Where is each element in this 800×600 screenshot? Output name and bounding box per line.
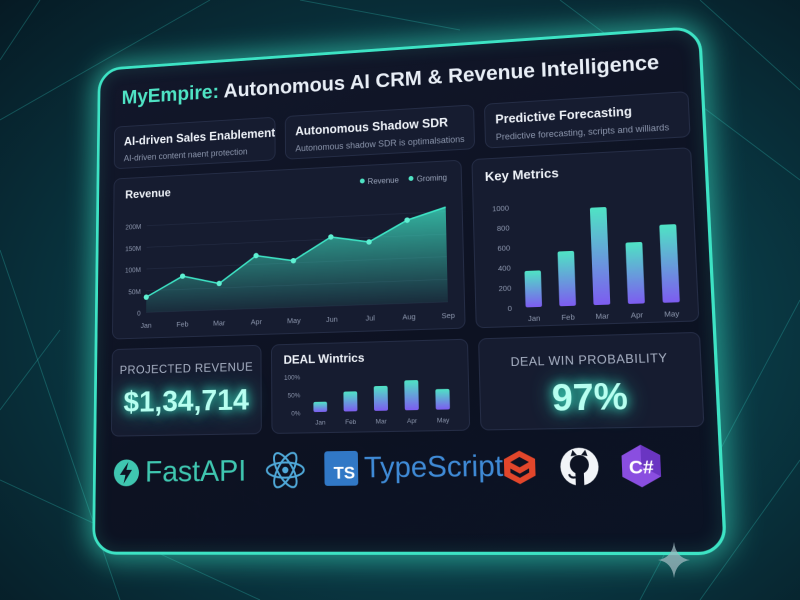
x-tick-label: May	[664, 309, 680, 319]
bar	[625, 241, 645, 304]
bolt-icon	[113, 459, 140, 487]
win-probability-label: DEAL WIN PROBABILITY	[510, 350, 668, 370]
y-tick-label: 200M	[125, 224, 141, 231]
bar	[343, 391, 358, 412]
revenue-area-chart: 0 50M 100M 150M 200M Jan Feb Mar Apr May Jun Jul Aug…	[125, 161, 455, 330]
x-tick-label: Sep	[441, 311, 455, 321]
x-tick-label: May	[437, 417, 450, 424]
swift-logo	[502, 448, 538, 486]
feature-title: AI-driven Sales Enablement	[123, 126, 276, 149]
x-tick-label: Jan	[140, 321, 151, 330]
x-tick-label: Apr	[631, 310, 644, 320]
y-tick-label: 0%	[291, 410, 300, 417]
dashboard-panel: MyEmpire: Autonomous AI CRM & Revenue In…	[92, 25, 728, 556]
feature-card-sales-enablement[interactable]: AI-driven Sales Enablement AI-driven con…	[113, 116, 276, 170]
x-tick-label: Feb	[561, 312, 575, 322]
bar	[557, 250, 577, 307]
typescript-badge: TS	[324, 450, 359, 486]
x-tick-label: Jan	[315, 419, 326, 426]
y-tick-label: 0	[507, 304, 512, 313]
feature-subtitle: Predictive forecasting, scripts and will…	[495, 122, 670, 143]
title-text: Autonomous AI CRM & Revenue Intelligence	[223, 51, 660, 103]
bar	[404, 380, 419, 411]
feature-title: Predictive Forecasting	[495, 104, 633, 127]
deal-metrics-bar-chart: 0% 50% 100% Jan Feb Mar Apr May	[284, 374, 450, 426]
key-metrics-card: Key Metrics 0 200 400 600 800 1000 Jan Feb Mar Ap…	[471, 147, 700, 329]
projected-revenue-value: $1,34,714	[123, 383, 250, 419]
win-probability-card: DEAL WIN PROBABILITY 97%	[478, 331, 705, 431]
csharp-label: C#	[629, 456, 655, 478]
feature-card-shadow-sdr[interactable]: Autonomous Shadow SDR Autonomous shadow …	[284, 104, 476, 160]
typescript-badge-text: TS	[333, 463, 356, 483]
typescript-wordmark: TypeScript	[363, 449, 504, 485]
sparkle-icon	[658, 542, 690, 578]
y-tick-label: 50M	[128, 289, 141, 296]
y-tick-label: 200	[498, 284, 511, 294]
fastapi-wordmark: FastAPI	[144, 454, 247, 489]
feature-card-forecasting[interactable]: Predictive Forecasting Predictive foreca…	[483, 91, 691, 149]
deal-metrics-card: DEAL Wintrics 0% 50% 100% Jan Feb Mar Apr May	[270, 338, 471, 434]
bar	[659, 224, 680, 303]
github-octocat-icon	[559, 447, 600, 486]
revenue-chart-card: Revenue Revenue Groming 0 50M 100M 150M 200M…	[112, 159, 466, 340]
y-tick-label: 400	[498, 263, 511, 273]
feature-subtitle: AI-driven content naent protection	[123, 146, 248, 164]
bar	[589, 206, 611, 306]
x-tick-label: Apr	[251, 317, 263, 326]
win-probability-value: 97%	[551, 374, 629, 419]
feature-title: Autonomous Shadow SDR	[295, 115, 449, 139]
typescript-logo: TS TypeScript	[324, 449, 504, 486]
x-tick-label: Mar	[595, 311, 609, 321]
github-logo	[558, 445, 602, 488]
x-tick-label: Jul	[365, 313, 375, 322]
key-metrics-bar-chart: 0 200 400 600 800 1000 Jan Feb Mar Apr May	[492, 204, 680, 324]
y-tick-label: 800	[497, 223, 510, 233]
x-tick-label: Mar	[213, 318, 226, 327]
projected-revenue-label: PROJECTED REVENUE	[119, 359, 254, 377]
y-tick-label: 1000	[492, 204, 509, 214]
bar	[435, 388, 450, 410]
feature-subtitle: Autonomous shadow SDR is optimalsations	[295, 134, 465, 154]
x-tick-label: Aug	[402, 312, 415, 322]
y-tick-label: 100M	[125, 267, 141, 274]
y-tick-label: 600	[497, 243, 510, 253]
swift-stack-icon	[503, 450, 536, 485]
x-tick-label: Feb	[176, 320, 188, 329]
y-tick-label: 150M	[125, 246, 141, 253]
bar	[313, 401, 327, 412]
react-logo	[264, 450, 307, 491]
y-tick-label: 50%	[288, 392, 301, 399]
x-tick-label: Apr	[407, 418, 418, 425]
x-tick-label: Mar	[376, 418, 388, 425]
tech-logos-row: FastAPI TS TypeScript C#	[112, 437, 709, 515]
y-tick-label: 100%	[284, 374, 300, 381]
x-tick-label: May	[287, 316, 301, 325]
csharp-logo: C#	[617, 442, 666, 489]
csharp-hexagon-icon: C#	[621, 444, 662, 488]
brand-name: MyEmpire:	[121, 81, 220, 109]
fastapi-logo: FastAPI	[112, 454, 246, 489]
react-atom-icon	[264, 450, 307, 491]
x-tick-label: Feb	[345, 419, 357, 426]
y-tick-label: 0	[137, 311, 141, 318]
x-tick-label: Jun	[326, 315, 338, 324]
bar	[373, 385, 389, 411]
bar	[524, 270, 543, 308]
projected-revenue-card: PROJECTED REVENUE $1,34,714	[111, 344, 262, 437]
x-tick-label: Jan	[528, 313, 541, 323]
